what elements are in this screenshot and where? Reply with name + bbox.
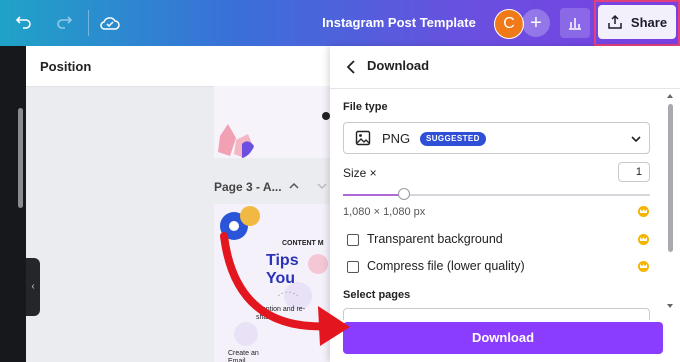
cloud-save-icon[interactable] [98, 11, 122, 35]
design-title[interactable]: Instagram Post Template [318, 0, 480, 46]
thumb-title: Tips You [266, 252, 299, 287]
top-bar: Instagram Post Template C + [0, 0, 680, 46]
stats-button[interactable] [560, 8, 590, 38]
scroll-down-icon[interactable] [666, 302, 674, 310]
transparent-background-label[interactable]: Transparent background [367, 232, 503, 246]
add-collaborator-button[interactable]: + [522, 9, 550, 37]
scroll-up-icon[interactable] [666, 92, 674, 100]
file-type-select[interactable]: PNG SUGGESTED [343, 122, 650, 154]
back-icon[interactable] [344, 57, 360, 77]
collapse-panel-button[interactable]: ‹ [26, 258, 40, 316]
position-label[interactable]: Position [40, 59, 91, 74]
size-slider-handle[interactable] [398, 188, 410, 200]
thumb-item: Mention and re-share [256, 306, 306, 321]
chevron-down-icon [631, 136, 641, 143]
compress-file-label[interactable]: Compress file (lower quality) [367, 259, 525, 273]
share-button[interactable]: Share [598, 5, 676, 39]
select-pages-dropdown[interactable] [343, 308, 650, 320]
pro-crown-icon [638, 206, 649, 217]
size-slider-fill [343, 194, 404, 196]
page-2-thumbnail[interactable] [214, 86, 330, 158]
avatar[interactable]: C [494, 9, 524, 39]
page-title[interactable]: Page 3 - A... [214, 180, 282, 194]
redo-icon[interactable] [52, 11, 76, 35]
panel-header: Download [330, 46, 680, 89]
transparent-background-checkbox[interactable] [347, 234, 359, 246]
share-label: Share [630, 14, 668, 30]
thumb-item: Create an Email [228, 350, 259, 362]
download-button[interactable]: Download [343, 322, 663, 354]
pro-crown-icon [638, 261, 649, 272]
size-label: Size × [343, 166, 377, 180]
pro-crown-icon [638, 234, 649, 245]
page-3-thumbnail[interactable]: CONTENT M Tips You Mention and re-share … [214, 204, 330, 362]
undo-icon[interactable] [12, 11, 36, 35]
compress-file-checkbox[interactable] [347, 261, 359, 273]
toolbar-divider [88, 10, 89, 36]
side-scrollbar[interactable] [18, 108, 23, 208]
file-type-label: File type [343, 101, 388, 113]
chevron-up-icon[interactable] [288, 180, 300, 195]
file-type-value: PNG [382, 131, 411, 146]
chevron-down-icon[interactable] [316, 180, 328, 195]
dimensions-text: 1,080 × 1,080 px [343, 206, 426, 218]
size-slider[interactable] [343, 188, 650, 200]
stats-icon [569, 18, 581, 30]
select-pages-label: Select pages [343, 289, 411, 301]
share-upload-icon [608, 14, 622, 29]
panel-scrollbar[interactable] [668, 104, 673, 252]
thumb-heading: CONTENT M [282, 240, 324, 247]
image-icon [355, 130, 371, 146]
size-input[interactable]: 1 [618, 162, 650, 182]
panel-title: Download [367, 58, 430, 73]
suggested-badge: SUGGESTED [420, 132, 486, 146]
download-panel: Download File type PNG SUGGESTED Size × … [330, 46, 680, 362]
